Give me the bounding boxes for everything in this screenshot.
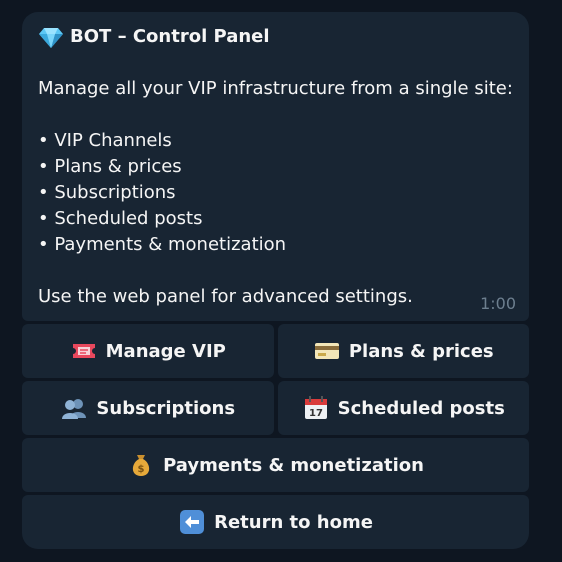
plans-prices-label: Plans & prices (348, 340, 494, 362)
list-item: • Scheduled posts (38, 208, 203, 229)
return-home-label: Return to home (214, 511, 373, 533)
message-time: 1:00 (480, 294, 516, 313)
plans-prices-button[interactable]: Plans & prices (277, 324, 529, 378)
back-arrow-icon (180, 510, 205, 534)
subscriptions-label: Subscriptions (96, 397, 236, 419)
keyboard-row: Subscriptions 17 Scheduled posts (22, 381, 529, 435)
scheduled-posts-button[interactable]: 17 Scheduled posts (277, 381, 529, 435)
svg-text:$: $ (138, 464, 145, 475)
feature-list: • VIP Channels • Plans & prices • Subscr… (38, 128, 513, 258)
list-item: • Payments & monetization (38, 234, 287, 255)
keyboard-row: Manage VIP Plans & prices (22, 324, 529, 378)
keyboard-row: Return to home (22, 495, 529, 549)
credit-card-icon (314, 343, 339, 359)
scheduled-posts-label: Scheduled posts (337, 397, 505, 419)
list-item: • VIP Channels (38, 130, 172, 151)
message-outro: Use the web panel for advanced settings. (38, 286, 413, 307)
manage-vip-label: Manage VIP (105, 340, 226, 362)
payments-label: Payments & monetization (163, 454, 424, 476)
gem-icon (39, 28, 63, 48)
manage-vip-button[interactable]: Manage VIP (22, 324, 274, 378)
list-item: • Subscriptions (38, 182, 176, 203)
list-item: • Plans & prices (38, 156, 182, 177)
return-home-button[interactable]: Return to home (22, 495, 529, 549)
svg-text:17: 17 (309, 408, 323, 419)
money-bag-icon: $ (132, 455, 150, 476)
message-intro: Manage all your VIP infrastructure from … (38, 78, 513, 99)
keyboard-row: $ Payments & monetization (22, 438, 529, 492)
message-bubble: BOT – Control Panel Manage all your VIP … (22, 12, 529, 321)
ticket-icon (72, 344, 95, 358)
users-icon (62, 399, 87, 419)
calendar-icon: 17 (304, 396, 327, 419)
chat-view: BOT – Control Panel Manage all your VIP … (0, 0, 562, 562)
message-title-text: BOT – Control Panel (70, 26, 270, 47)
payments-button[interactable]: $ Payments & monetization (22, 438, 529, 492)
subscriptions-button[interactable]: Subscriptions (22, 381, 274, 435)
message-title: BOT – Control Panel (38, 24, 513, 50)
